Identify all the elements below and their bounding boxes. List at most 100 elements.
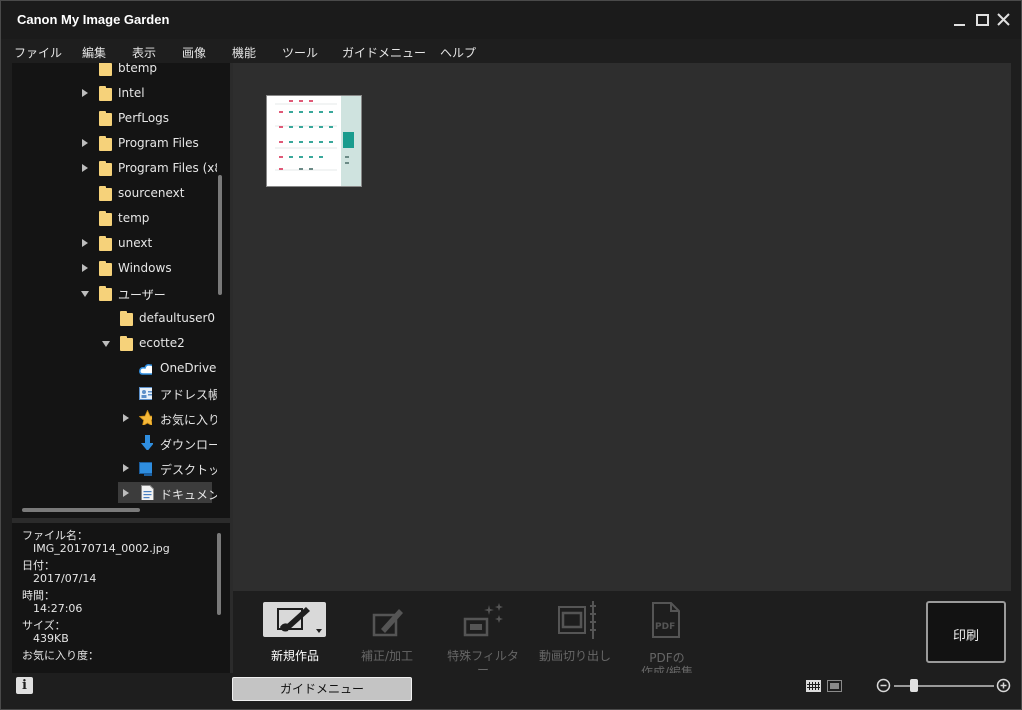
app-title: Canon My Image Garden (17, 12, 170, 27)
zoom-in-icon[interactable] (996, 678, 1011, 693)
folder-icon (99, 186, 112, 201)
menu-functions[interactable]: 機能 (232, 44, 256, 61)
pdf-create-edit-button[interactable]: PDF PDFの 作成/編集 (627, 601, 707, 679)
close-button[interactable] (995, 11, 1013, 29)
expand-arrow-icon[interactable] (82, 89, 88, 97)
tree-item-downloads[interactable]: ダウンロード (12, 432, 217, 456)
size-value: 439KB (33, 632, 69, 645)
download-arrow-icon (141, 435, 153, 450)
collapse-arrow-icon[interactable] (81, 291, 89, 297)
folder-icon (99, 236, 112, 251)
zoom-out-icon[interactable] (876, 678, 891, 693)
tree-item-intel[interactable]: Intel (12, 82, 217, 106)
menu-tools[interactable]: ツール (282, 44, 318, 61)
tree-item-program-files[interactable]: Program Files (12, 132, 217, 156)
folder-icon (99, 111, 112, 126)
folder-icon (120, 336, 133, 351)
tree-item-program-files-x86[interactable]: Program Files (x8 (12, 157, 217, 181)
folder-icon (99, 63, 112, 76)
tree-item-documents[interactable]: ドキュメント (12, 482, 217, 503)
expand-arrow-icon[interactable] (82, 164, 88, 172)
grid-view-icon[interactable] (806, 680, 821, 692)
expand-arrow-icon[interactable] (82, 239, 88, 247)
tree-item-windows[interactable]: Windows (12, 257, 217, 281)
minimize-button[interactable] (951, 11, 969, 29)
menu-image[interactable]: 画像 (182, 44, 206, 61)
special-filter-icon (463, 603, 503, 637)
close-icon (997, 13, 1010, 26)
image-thumbnail[interactable] (266, 95, 362, 187)
expand-arrow-icon[interactable] (82, 264, 88, 272)
date-label: 日付： (22, 559, 55, 572)
file-info-panel: ファイル名： IMG_20170714_0002.jpg 日付： 2017/07… (12, 525, 230, 673)
app-window: Canon My Image Garden ファイル 編集 表示 画像 機能 ツ… (0, 0, 1022, 710)
special-filter-button[interactable]: 特殊フィルター (443, 601, 523, 677)
tree-item-sourcenext[interactable]: sourcenext (12, 182, 217, 206)
expand-arrow-icon[interactable] (82, 139, 88, 147)
new-creation-icon (263, 602, 326, 637)
tree-item-defaultuser0[interactable]: defaultuser0 (12, 307, 217, 331)
contact-card-icon (139, 387, 152, 400)
print-button[interactable]: 印刷 (926, 601, 1006, 663)
tree-item-temp[interactable]: temp (12, 207, 217, 231)
expand-arrow-icon[interactable] (123, 414, 129, 422)
tree-item-address-book[interactable]: アドレス帳 (12, 382, 217, 406)
document-icon (141, 485, 154, 500)
filename-label: ファイル名： (22, 529, 88, 542)
tree-item-favorites[interactable]: お気に入り (12, 407, 217, 431)
menu-view[interactable]: 表示 (132, 44, 156, 61)
panel-splitter-horizontal[interactable] (12, 518, 230, 523)
zoom-slider-track[interactable] (894, 685, 994, 687)
time-label: 時間： (22, 589, 55, 602)
folder-icon (99, 136, 112, 151)
tree-item-desktop[interactable]: デスクトップ (12, 457, 217, 481)
tree-item-ecotte2[interactable]: ecotte2 (12, 332, 217, 356)
expand-arrow-icon[interactable] (123, 489, 129, 497)
menu-edit[interactable]: 編集 (82, 44, 106, 61)
video-capture-icon (558, 601, 596, 639)
expand-arrow-icon[interactable] (123, 464, 129, 472)
folder-icon (99, 161, 112, 176)
tree-item-unext[interactable]: unext (12, 232, 217, 256)
menu-help[interactable]: ヘルプ (440, 44, 476, 61)
image-grid-area (233, 63, 1011, 591)
pdf-icon: PDF (652, 602, 680, 638)
svg-text:PDF: PDF (655, 622, 675, 632)
rating-label: お気に入り度： (22, 649, 99, 662)
maximize-button[interactable] (974, 11, 992, 29)
calendar-thumbnail-icon (267, 96, 361, 186)
tree-horizontal-scrollbar[interactable] (22, 508, 140, 512)
size-label: サイズ： (22, 619, 66, 632)
video-capture-button[interactable]: 動画切り出し (535, 601, 615, 671)
folder-tree: btemp Intel PerfLogs Program Files Progr… (12, 63, 217, 503)
tree-item-btemp[interactable]: btemp (12, 63, 217, 81)
tree-item-onedrive[interactable]: OneDrive (12, 357, 217, 381)
tree-item-users[interactable]: ユーザー (12, 282, 217, 306)
new-creation-button[interactable]: 新規作品 (255, 601, 335, 671)
menu-bar: ファイル 編集 表示 画像 機能 ツール ガイドメニュー ヘルプ (1, 39, 1021, 63)
cloud-icon (139, 364, 152, 375)
info-icon[interactable]: i (16, 677, 33, 694)
menu-guide[interactable]: ガイドメニュー (342, 44, 426, 61)
guide-menu-button[interactable]: ガイドメニュー (232, 677, 412, 701)
folder-icon (99, 261, 112, 276)
single-view-icon[interactable] (827, 680, 842, 692)
maximize-icon (976, 14, 989, 26)
minimize-icon (954, 24, 965, 26)
zoom-slider-handle[interactable] (910, 679, 918, 692)
folder-icon (99, 286, 112, 301)
correct-edit-button[interactable]: 補正/加工 (347, 601, 427, 671)
desktop-icon (139, 462, 152, 476)
date-value: 2017/07/14 (33, 572, 97, 585)
folder-icon (99, 86, 112, 101)
collapse-arrow-icon[interactable] (102, 341, 110, 347)
time-value: 14:27:06 (33, 602, 83, 615)
status-bar: i ガイドメニュー (1, 673, 1021, 709)
info-vertical-scrollbar[interactable] (217, 533, 221, 615)
tree-item-perflogs[interactable]: PerfLogs (12, 107, 217, 131)
menu-file[interactable]: ファイル (14, 44, 62, 61)
folder-icon (99, 211, 112, 226)
tree-vertical-scrollbar[interactable] (218, 175, 222, 295)
folder-icon (120, 311, 133, 326)
action-bar: 新規作品 補正/加工 特殊フィルター 動画切り出し PDF PDFの 作成/編集… (233, 591, 1011, 679)
